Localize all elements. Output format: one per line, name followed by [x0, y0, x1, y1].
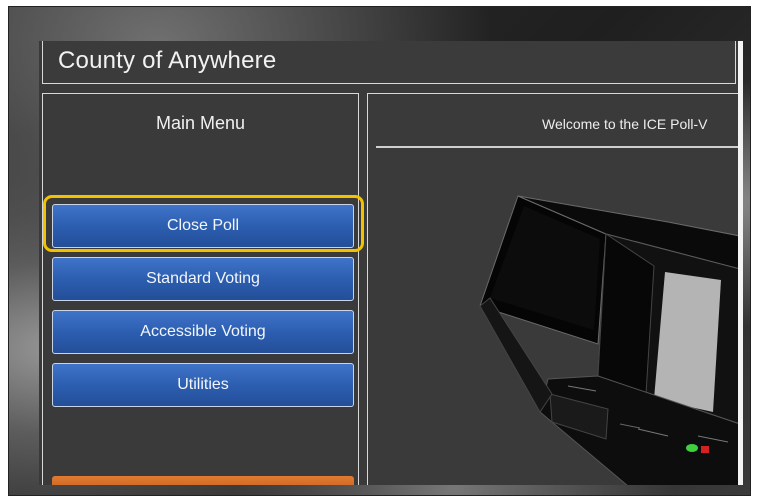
- kiosk-screen: County of Anywhere Main Menu Close Poll …: [39, 41, 739, 485]
- main-menu-panel: Main Menu Close Poll Standard Voting Acc…: [42, 93, 364, 485]
- county-title: County of Anywhere: [58, 47, 277, 74]
- utilities-button[interactable]: Utilities: [52, 363, 354, 407]
- screen-edge: [738, 41, 743, 485]
- header-bar: County of Anywhere: [42, 41, 736, 84]
- orange-action-button[interactable]: [52, 476, 354, 485]
- photo-frame: County of Anywhere Main Menu Close Poll …: [8, 6, 751, 496]
- voting-machine-illustration-icon: [479, 195, 739, 485]
- standard-voting-button[interactable]: Standard Voting: [52, 257, 354, 301]
- welcome-panel: Welcome to the ICE Poll-V: [367, 93, 739, 485]
- close-poll-button[interactable]: Close Poll: [52, 204, 354, 248]
- accessible-voting-button[interactable]: Accessible Voting: [52, 310, 354, 354]
- main-menu-title: Main Menu: [155, 113, 246, 133]
